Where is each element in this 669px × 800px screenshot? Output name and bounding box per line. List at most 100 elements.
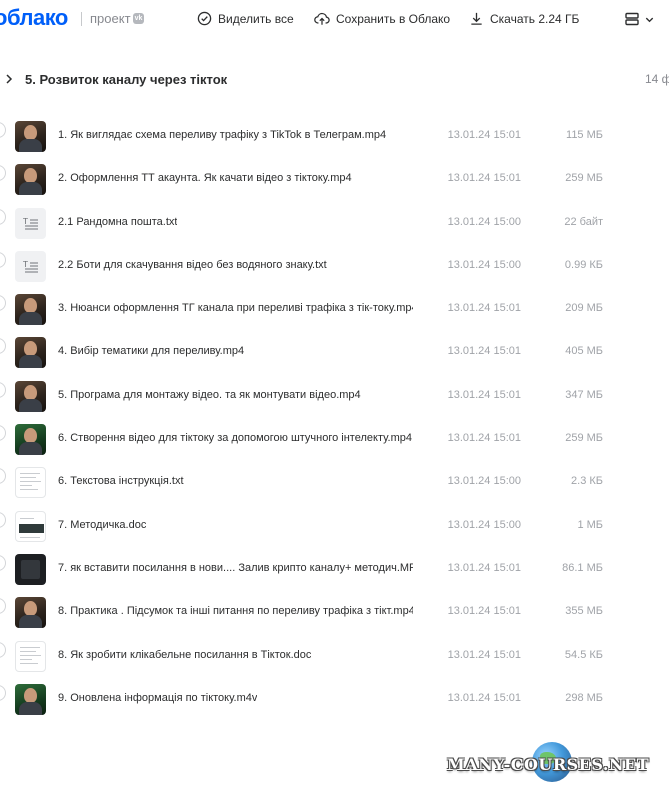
file-row[interactable]: T 2.1 Рандомна пошта.txt 13.01.24 15:00 22 … (0, 202, 669, 245)
file-row[interactable]: 3. Нюанси оформлення ТГ канала при перел… (0, 288, 669, 331)
select-all-label: Виделить все (218, 11, 294, 26)
file-size: 2.3 КБ (571, 475, 603, 488)
file-date: 13.01.24 15:00 (447, 518, 521, 531)
file-row[interactable]: 8. Практика . Підсумок та інші питання п… (0, 591, 669, 634)
svg-text:T: T (23, 217, 28, 226)
file-date: 13.01.24 15:00 (447, 258, 521, 271)
file-date: 13.01.24 15:01 (447, 388, 521, 401)
file-date: 13.01.24 15:00 (447, 475, 521, 488)
row-checkbox[interactable] (0, 425, 6, 442)
row-checkbox[interactable] (0, 684, 6, 701)
file-row[interactable]: 6. Створення відео для тіктоку за допомо… (0, 418, 669, 461)
video-thumbnail (15, 294, 46, 326)
file-row[interactable]: 1. Як виглядає схема переливу трафіку з … (0, 115, 669, 158)
file-name[interactable]: 2. Оформлення ТТ акаунта. Як качати віде… (58, 172, 352, 184)
download-button[interactable]: Скачать 2.24 ГБ (469, 11, 579, 26)
row-checkbox[interactable] (0, 251, 6, 268)
file-date: 13.01.24 15:01 (447, 345, 521, 358)
list-view-icon (625, 12, 639, 26)
file-row[interactable]: 4. Вибір тематики для переливу.mp4 13.01.… (0, 331, 669, 374)
video-thumbnail (15, 337, 46, 369)
row-checkbox[interactable] (0, 598, 6, 615)
row-checkbox[interactable] (0, 338, 6, 355)
file-date: 13.01.24 15:01 (447, 302, 521, 315)
save-to-cloud-button[interactable]: Сохранить в Облако (314, 11, 450, 26)
chevron-down-icon (645, 17, 654, 22)
file-size: 54.5 КБ (564, 648, 603, 661)
file-name[interactable]: 2.2 Боти для скачування відео без водяно… (58, 259, 327, 271)
file-name[interactable]: 1. Як виглядає схема переливу трафіку з … (58, 129, 386, 141)
row-checkbox[interactable] (0, 641, 6, 658)
file-size: 0.99 КБ (564, 258, 603, 271)
file-row[interactable]: T 2.2 Боти для скачування відео без водян… (0, 245, 669, 288)
file-name[interactable]: 6. Текстова інструкція.txt (58, 475, 184, 487)
file-row[interactable]: 7. як вставити посилання в нови.... Зали… (0, 548, 669, 591)
cloud-upload-icon (314, 12, 330, 25)
row-checkbox[interactable] (0, 468, 6, 485)
file-row[interactable]: 7. Методичка.doc 13.01.24 15:00 1 МБ (0, 505, 669, 548)
row-checkbox[interactable] (0, 295, 6, 312)
file-date: 13.01.24 15:01 (447, 648, 521, 661)
file-date: 13.01.24 15:01 (447, 605, 521, 618)
file-name[interactable]: 9. Оновлена інформація по тіктоку.m4v (58, 692, 257, 704)
video-thumbnail (15, 683, 46, 715)
video-thumbnail (15, 424, 46, 456)
text-file-icon: T (15, 207, 46, 239)
video-thumbnail (15, 380, 46, 412)
file-size: 259 МБ (565, 172, 603, 185)
video-thumbnail (15, 553, 46, 585)
file-date: 13.01.24 15:00 (447, 215, 521, 228)
file-size: 115 МБ (566, 129, 603, 141)
file-name[interactable]: 8. Практика . Підсумок та інші питання п… (58, 605, 413, 617)
file-row[interactable]: 2. Оформлення ТТ акаунта. Як качати віде… (0, 158, 669, 201)
file-size: 355 МБ (565, 605, 603, 618)
video-thumbnail (15, 164, 46, 196)
file-name[interactable]: 7. Методичка.doc (58, 519, 146, 531)
download-icon (471, 12, 482, 25)
file-name[interactable]: 3. Нюанси оформлення ТГ канала при перел… (58, 302, 413, 314)
file-date: 13.01.24 15:01 (447, 129, 521, 141)
row-checkbox[interactable] (0, 165, 6, 182)
file-date: 13.01.24 15:01 (447, 432, 521, 445)
check-circle-icon (197, 11, 212, 26)
folder-row[interactable]: 5. Розвиток каналу через тікток 14 фа (0, 64, 669, 94)
file-count: 14 фа (645, 72, 669, 86)
svg-text:T: T (23, 260, 28, 269)
file-row[interactable]: 9. Оновлена інформація по тіктоку.m4v 13.… (0, 678, 669, 721)
download-label: Скачать 2.24 ГБ (490, 11, 580, 26)
document-thumbnail (15, 467, 46, 499)
file-name[interactable]: 2.1 Рандомна пошта.txt (58, 216, 177, 228)
file-name[interactable]: 4. Вибір тематики для переливу.mp4 (58, 345, 244, 357)
document-thumbnail (15, 640, 46, 672)
file-size: 1 МБ (577, 518, 603, 531)
save-to-cloud-label: Сохранить в Облако (336, 11, 451, 26)
file-name[interactable]: 8. Як зробити клікабельне посилання в Ті… (58, 649, 311, 661)
row-checkbox[interactable] (0, 122, 6, 138)
file-date: 13.01.24 15:01 (447, 172, 521, 185)
file-size: 405 МБ (565, 345, 603, 358)
file-list: 1. Як виглядає схема переливу трафіку з … (0, 115, 669, 721)
cloud-logo[interactable]: облако (0, 5, 68, 31)
file-size: 259 МБ (565, 432, 603, 445)
logo-divider (81, 12, 82, 26)
file-name[interactable]: 6. Створення відео для тіктоку за допомо… (58, 432, 412, 444)
row-checkbox[interactable] (0, 511, 6, 528)
file-size: 22 байт (564, 215, 603, 228)
row-checkbox[interactable] (0, 381, 6, 398)
view-mode-button[interactable] (624, 11, 655, 27)
file-date: 13.01.24 15:01 (447, 561, 521, 574)
file-size: 347 МБ (565, 388, 603, 401)
file-row[interactable]: 6. Текстова інструкція.txt 13.01.24 15:00… (0, 461, 669, 504)
file-row[interactable]: 5. Програма для монтажу відео. та як мон… (0, 375, 669, 418)
select-all-button[interactable]: Виделить все (197, 11, 294, 26)
file-name[interactable]: 5. Програма для монтажу відео. та як мон… (58, 389, 361, 401)
video-thumbnail (15, 121, 46, 152)
project-label: проект (90, 11, 131, 26)
row-checkbox[interactable] (0, 208, 6, 225)
file-date: 13.01.24 15:01 (447, 691, 521, 704)
file-size: 298 МБ (565, 691, 603, 704)
chevron-right-icon[interactable] (4, 73, 14, 85)
file-name[interactable]: 7. як вставити посилання в нови.... Зали… (58, 562, 413, 574)
file-row[interactable]: 8. Як зробити клікабельне посилання в Ті… (0, 635, 669, 678)
row-checkbox[interactable] (0, 554, 6, 571)
